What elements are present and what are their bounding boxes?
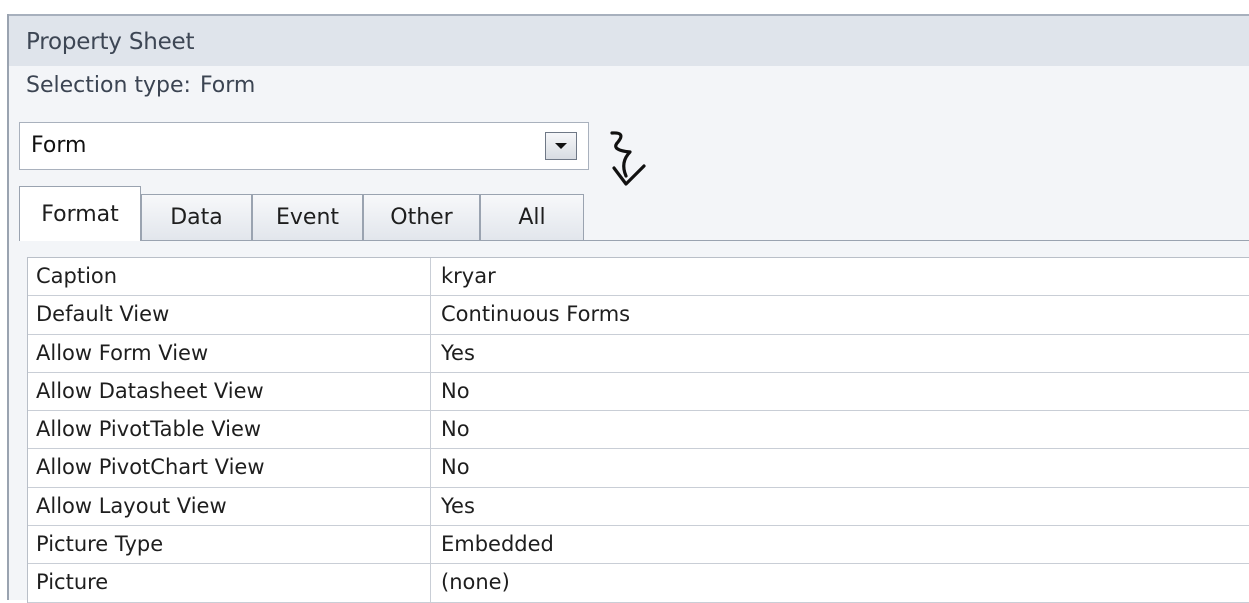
property-name: Allow Datasheet View xyxy=(28,372,431,411)
property-value[interactable]: No xyxy=(431,373,1249,410)
hand-drawn-arrow-down-icon xyxy=(610,131,646,186)
property-value[interactable]: Continuous Forms xyxy=(431,296,1249,333)
tab-other-label: Other xyxy=(390,205,453,230)
window-border-top xyxy=(7,14,1249,16)
property-value[interactable]: Embedded xyxy=(431,526,1249,563)
property-name: Allow Form View xyxy=(28,334,431,372)
selection-type: Selection type: Form xyxy=(26,73,255,98)
object-selector-dropdown-button[interactable] xyxy=(545,132,577,160)
property-row-picture[interactable]: Picture (none) xyxy=(28,564,1249,603)
title-bar xyxy=(9,16,1249,66)
property-row-picture-type[interactable]: Picture Type Embedded xyxy=(28,526,1249,565)
property-name: Picture Type xyxy=(28,526,431,564)
selection-type-value: Form xyxy=(199,73,256,98)
tab-all[interactable]: All xyxy=(480,194,584,240)
tab-data-label: Data xyxy=(170,205,223,230)
object-selector-value: Form xyxy=(31,133,87,158)
property-sheet-window: Property Sheet Selection type: Form Form … xyxy=(0,0,1249,603)
tab-format[interactable]: Format xyxy=(19,186,141,241)
property-row-allow-form-view[interactable]: Allow Form View Yes xyxy=(28,334,1249,373)
property-name: Allow PivotTable View xyxy=(28,411,431,449)
property-row-caption[interactable]: Caption kryar xyxy=(28,258,1249,297)
property-value[interactable]: (none) xyxy=(431,564,1249,601)
property-name: Picture xyxy=(28,564,431,602)
tab-format-label: Format xyxy=(41,201,119,227)
property-grid: Caption kryar Default View Continuous Fo… xyxy=(27,257,1249,603)
property-row-allow-pivotchart-view[interactable]: Allow PivotChart View No xyxy=(28,449,1249,488)
selection-type-label: Selection type: xyxy=(26,73,191,98)
property-row-allow-datasheet-view[interactable]: Allow Datasheet View No xyxy=(28,372,1249,412)
property-value[interactable]: Yes xyxy=(431,335,1249,372)
tab-data[interactable]: Data xyxy=(141,194,252,240)
property-value[interactable]: No xyxy=(431,411,1249,448)
tab-other[interactable]: Other xyxy=(363,194,480,240)
chevron-down-icon xyxy=(555,143,567,149)
tab-all-label: All xyxy=(518,205,546,230)
property-row-allow-pivottable-view[interactable]: Allow PivotTable View No xyxy=(28,411,1249,450)
tab-strip-border xyxy=(19,240,1249,241)
tab-event-label: Event xyxy=(275,205,340,230)
property-row-allow-layout-view[interactable]: Allow Layout View Yes xyxy=(28,487,1249,527)
property-value[interactable]: Yes xyxy=(431,488,1249,525)
panel-title: Property Sheet xyxy=(26,29,195,55)
property-name: Caption xyxy=(28,258,431,296)
property-name: Allow PivotChart View xyxy=(28,449,431,487)
property-value[interactable]: No xyxy=(431,449,1249,486)
property-value[interactable]: kryar xyxy=(431,258,1249,295)
property-name: Default View xyxy=(28,296,431,334)
tab-event[interactable]: Event xyxy=(252,194,363,240)
object-selector-combo[interactable]: Form xyxy=(19,122,589,170)
property-name: Allow Layout View xyxy=(28,487,431,526)
property-row-default-view[interactable]: Default View Continuous Forms xyxy=(28,296,1249,335)
